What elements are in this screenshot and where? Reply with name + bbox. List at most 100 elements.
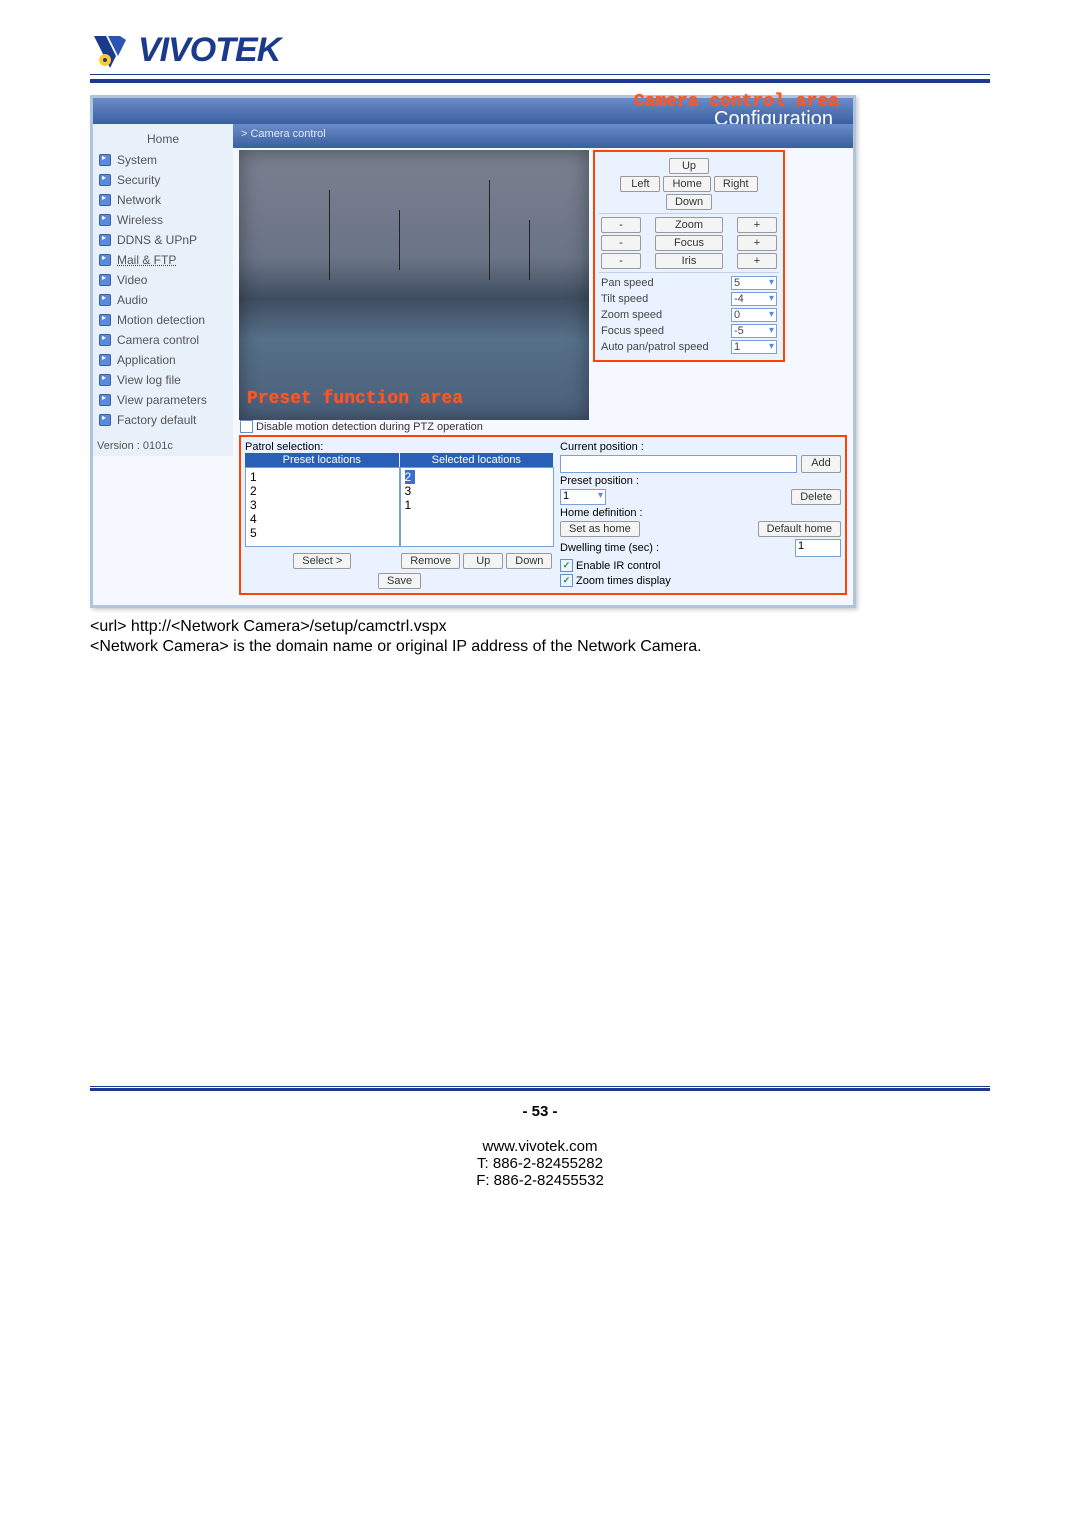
focus-minus-button[interactable]: - [601, 235, 641, 251]
chevron-down-icon: ▾ [769, 341, 774, 353]
sidebar-item-motion[interactable]: Motion detection [93, 310, 233, 330]
sidebar-item-application[interactable]: Application [93, 350, 233, 370]
patrol-up-button[interactable]: Up [463, 553, 503, 569]
annotation-camera-control: Camera control area [634, 92, 839, 112]
breadcrumb: > Camera control [233, 126, 853, 146]
arrow-icon [99, 254, 111, 266]
default-home-button[interactable]: Default home [758, 521, 841, 537]
up-button[interactable]: Up [669, 158, 709, 174]
footer: - 53 - www.vivotek.com T: 886-2-82455282… [90, 1086, 990, 1189]
remove-button[interactable]: Remove [401, 553, 460, 569]
home-definition-label: Home definition : [560, 507, 841, 519]
body-text: <url> http://<Network Camera>/setup/camc… [90, 618, 990, 656]
right-button[interactable]: Right [714, 176, 758, 192]
arrow-icon [99, 294, 111, 306]
sidebar-item-network[interactable]: Network [93, 190, 233, 210]
patrol-down-button[interactable]: Down [506, 553, 552, 569]
pan-speed-select[interactable]: 5▾ [731, 276, 777, 290]
enable-ir-label: Enable IR control [576, 560, 660, 572]
chevron-down-icon: ▾ [769, 309, 774, 321]
preset-function-area: Patrol selection: Preset locations Selec… [239, 435, 847, 595]
sidebar-home[interactable]: Home [93, 128, 233, 150]
sidebar-item-camera-control[interactable]: Camera control [93, 330, 233, 350]
tilt-speed-select[interactable]: -4▾ [731, 292, 777, 306]
sidebar-item-system[interactable]: System [93, 150, 233, 170]
preset-position-select[interactable]: 1▾ [560, 489, 606, 505]
disable-motion-row: ✓ Disable motion detection during PTZ op… [239, 420, 847, 433]
disable-motion-label: Disable motion detection during PTZ oper… [256, 421, 483, 433]
divider [90, 79, 990, 83]
sidebar-item-mail[interactable]: Mail & FTP [93, 250, 233, 270]
arrow-icon [99, 374, 111, 386]
sidebar-item-video[interactable]: Video [93, 270, 233, 290]
divider [90, 74, 990, 75]
sidebar-item-security[interactable]: Security [93, 170, 233, 190]
zoom-plus-button[interactable]: + [737, 217, 777, 233]
divider [90, 1086, 990, 1087]
sidebar-item-params[interactable]: View parameters [93, 390, 233, 410]
desc-line: <Network Camera> is the domain name or o… [90, 638, 990, 656]
dwelling-label: Dwelling time (sec) : [560, 542, 659, 554]
divider [90, 1088, 990, 1091]
main-area: > Camera control Up Left [233, 124, 853, 595]
zoom-speed-select[interactable]: 0▾ [731, 308, 777, 322]
sidebar-item-wireless[interactable]: Wireless [93, 210, 233, 230]
chevron-down-icon: ▾ [769, 277, 774, 289]
footer-site: www.vivotek.com [90, 1138, 990, 1155]
logo: VIVOTEK [90, 30, 990, 70]
arrow-icon [99, 214, 111, 226]
patrol-selection-label: Patrol selection: [245, 441, 554, 453]
auto-speed-select[interactable]: 1▾ [731, 340, 777, 354]
left-button[interactable]: Left [620, 176, 660, 192]
page-number: - 53 - [90, 1103, 990, 1120]
add-button[interactable]: Add [801, 455, 841, 473]
auto-speed-label: Auto pan/patrol speed [601, 341, 709, 353]
footer-fax: F: 886-2-82455532 [90, 1172, 990, 1189]
sidebar-item-ddns[interactable]: DDNS & UPnP [93, 230, 233, 250]
preset-position-label: Preset position : [560, 475, 841, 487]
tilt-speed-label: Tilt speed [601, 293, 648, 305]
enable-ir-checkbox[interactable]: ✓ [560, 559, 573, 572]
vivotek-logo-icon [90, 30, 130, 70]
arrow-icon [99, 194, 111, 206]
focus-label: Focus [655, 235, 723, 251]
config-screenshot: Configuration Camera control area Home S… [90, 95, 856, 608]
zoom-minus-button[interactable]: - [601, 217, 641, 233]
current-position-label: Current position : [560, 441, 841, 453]
arrow-icon [99, 154, 111, 166]
delete-button[interactable]: Delete [791, 489, 841, 505]
pan-speed-label: Pan speed [601, 277, 654, 289]
zoom-times-checkbox[interactable]: ✓ [560, 574, 573, 587]
zoom-label: Zoom [655, 217, 723, 233]
current-position-input[interactable] [560, 455, 797, 473]
sidebar-item-audio[interactable]: Audio [93, 290, 233, 310]
select-button[interactable]: Select > [293, 553, 351, 569]
arrow-icon [99, 234, 111, 246]
arrow-icon [99, 274, 111, 286]
focus-plus-button[interactable]: + [737, 235, 777, 251]
arrow-icon [99, 314, 111, 326]
chevron-down-icon: ▾ [598, 490, 603, 504]
iris-minus-button[interactable]: - [601, 253, 641, 269]
zoom-speed-label: Zoom speed [601, 309, 662, 321]
sidebar-item-factory[interactable]: Factory default [93, 410, 233, 430]
home-button[interactable]: Home [663, 176, 710, 192]
arrow-icon [99, 394, 111, 406]
dwelling-input[interactable]: 1 [795, 539, 841, 557]
save-button[interactable]: Save [378, 573, 421, 589]
arrow-icon [99, 334, 111, 346]
url-line: <url> http://<Network Camera>/setup/camc… [90, 618, 990, 636]
zoom-times-label: Zoom times display [576, 575, 671, 587]
preset-list[interactable]: 1 2 3 4 5 [245, 467, 400, 547]
focus-speed-select[interactable]: -5▾ [731, 324, 777, 338]
sidebar-item-log[interactable]: View log file [93, 370, 233, 390]
sidebar: Home System Security Network Wireless DD… [93, 124, 233, 456]
selected-locations-header: Selected locations [400, 453, 555, 467]
down-button[interactable]: Down [666, 194, 712, 210]
chevron-down-icon: ▾ [769, 325, 774, 337]
selected-list[interactable]: 2 3 1 [400, 467, 555, 547]
camera-control-panel: Up Left Home Right Down - Zoom [593, 150, 785, 362]
iris-plus-button[interactable]: + [737, 253, 777, 269]
set-home-button[interactable]: Set as home [560, 521, 640, 537]
disable-motion-checkbox[interactable]: ✓ [240, 420, 253, 433]
